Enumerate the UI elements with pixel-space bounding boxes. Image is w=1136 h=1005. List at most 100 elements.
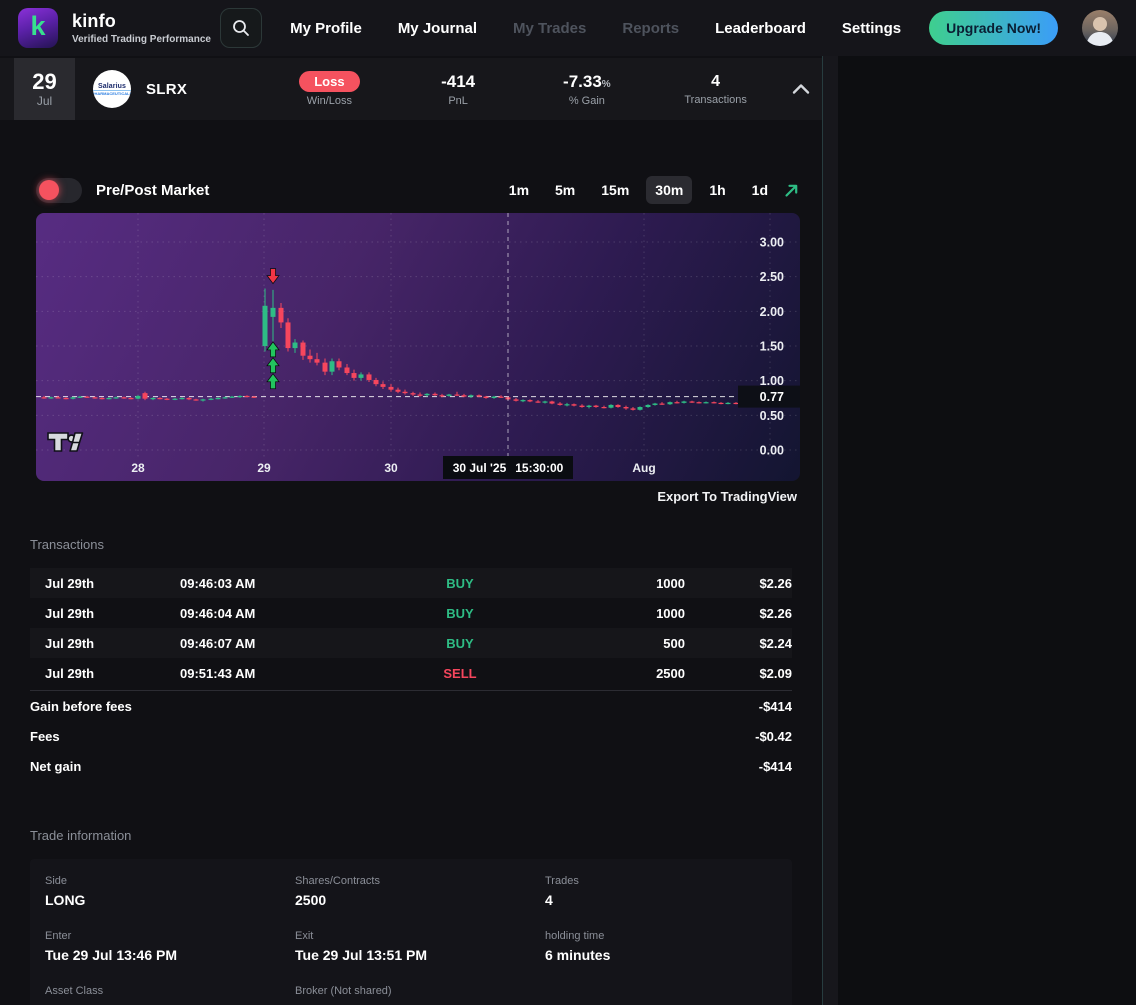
candlestick-chart-canvas: 28 29 30 Aug30 Jul '25 15:30:003.002.502.001… — [36, 213, 800, 479]
gain-value: -7.33 — [563, 71, 602, 91]
nav-settings[interactable]: Settings — [842, 20, 901, 37]
toggle-knob — [39, 180, 59, 200]
kinfo-logo-letter: k — [30, 11, 46, 41]
info-label: Enter — [45, 930, 72, 942]
svg-text:30: 30 — [384, 461, 398, 475]
transactions-summary: Gain before fees -$414 Fees -$0.42 Net gain -… — [30, 691, 792, 781]
timeframe-15m[interactable]: 15m — [592, 176, 638, 204]
transaction-quantity: 2500 — [656, 665, 685, 681]
timeframe-5m[interactable]: 5m — [546, 176, 584, 204]
transaction-quantity: 1000 — [656, 605, 685, 621]
transaction-row: Jul 29th 09:46:04 AM BUY 1000 $2.26 — [30, 598, 792, 628]
export-to-tradingview-link[interactable]: Export To TradingView — [0, 489, 797, 504]
pnl-value: -414 — [441, 71, 476, 91]
transaction-row: Jul 29th 09:46:03 AM BUY 1000 $2.26 — [30, 568, 792, 598]
transaction-price: $2.26 — [759, 605, 792, 621]
nav-my-journal[interactable]: My Journal — [398, 20, 477, 37]
transactions-table: Jul 29th 09:46:03 AM BUY 1000 $2.26 Jul 29th 0… — [30, 568, 792, 688]
svg-text:29: 29 — [257, 461, 271, 475]
scrollbar[interactable] — [822, 56, 838, 1005]
info-side: Side LONG — [45, 875, 295, 908]
info-value: Tue 29 Jul 13:51 PM — [295, 947, 428, 963]
transaction-time: 09:51:43 AM — [180, 665, 256, 681]
search-icon — [233, 20, 250, 36]
avatar[interactable] — [1082, 10, 1118, 46]
trade-information-title: Trade information — [30, 828, 132, 843]
brand-tagline: Verified Trading Performance — [72, 34, 211, 45]
upgrade-now-button[interactable]: Upgrade Now! — [929, 11, 1058, 45]
info-label: Trades — [545, 875, 579, 887]
transaction-time: 09:46:04 AM — [180, 605, 256, 621]
summary-label: Gain before fees — [30, 698, 132, 714]
transaction-date: Jul 29th — [45, 605, 95, 621]
info-trades: Trades 4 — [545, 875, 777, 908]
trade-date-box: 29 Jul — [14, 58, 75, 120]
transaction-side: BUY — [446, 575, 474, 591]
summary-row-fees: Fees -$0.42 — [30, 721, 792, 751]
transactions-section: Transactions Jul 29th 09:46:03 AM BUY 1000 $… — [0, 537, 822, 781]
transaction-side: BUY — [446, 605, 474, 621]
nav-links: My Profile My Journal My Trades Reports Lead… — [290, 20, 901, 37]
pre-post-market-toggle[interactable] — [36, 177, 82, 203]
price-chart[interactable]: 28 29 30 Aug 30 Jul '25 15:30:00 3.00 2.50 2.00 1… — [36, 213, 800, 481]
info-value: 6 minutes — [545, 947, 611, 963]
transaction-date: Jul 29th — [45, 575, 95, 591]
info-label: Exit — [295, 930, 314, 942]
nav-my-trades[interactable]: My Trades — [513, 20, 586, 37]
info-label: Shares/Contracts — [295, 875, 380, 887]
svg-text:0.00: 0.00 — [760, 444, 784, 458]
summary-value: -$414 — [758, 698, 792, 714]
instrument-logo-subtext: PHARMACEUTICALS — [93, 89, 131, 96]
info-enter: Enter Tue 29 Jul 13:46 PM — [45, 930, 295, 963]
summary-label: Fees — [30, 728, 60, 744]
transaction-side: BUY — [446, 635, 474, 651]
summary-value: -$414 — [758, 758, 792, 774]
summary-label: Net gain — [30, 758, 82, 774]
transaction-side: SELL — [443, 665, 477, 681]
svg-text:2.00: 2.00 — [760, 305, 784, 319]
search-button[interactable] — [220, 8, 263, 48]
info-value: Tue 29 Jul 13:46 PM — [45, 947, 178, 963]
transaction-time: 09:46:07 AM — [180, 635, 256, 651]
timeframe-1m[interactable]: 1m — [500, 176, 538, 204]
brand[interactable]: k kinfo Verified Trading Performance — [18, 8, 211, 48]
buy-marker-icon — [266, 373, 280, 390]
top-navbar: k kinfo Verified Trading Performance My … — [0, 0, 1136, 56]
transaction-quantity: 1000 — [656, 575, 685, 591]
brand-title: kinfo — [72, 11, 116, 31]
info-value: LONG — [45, 892, 86, 908]
transaction-date: Jul 29th — [45, 635, 95, 651]
info-value: 2500 — [295, 892, 327, 908]
nav-reports[interactable]: Reports — [622, 20, 679, 37]
instrument-logo-text: Salarius — [97, 82, 127, 90]
instrument-logo: Salarius PHARMACEUTICALS — [93, 70, 131, 108]
nav-my-profile[interactable]: My Profile — [290, 20, 362, 37]
buy-marker-icon — [266, 357, 280, 374]
info-asset-class: Asset ClassStock — [45, 985, 295, 1005]
transaction-price: $2.24 — [759, 635, 792, 651]
timeframe-30m[interactable]: 30m — [646, 176, 693, 204]
transaction-quantity: 500 — [663, 635, 685, 651]
svg-text:3.00: 3.00 — [760, 236, 784, 250]
transaction-time: 09:46:03 AM — [180, 575, 256, 591]
trade-summary-row[interactable]: 29 Jul Salarius PHARMACEUTICALS SLRX Los… — [0, 58, 822, 120]
transaction-row: Jul 29th 09:51:43 AM SELL 2500 $2.09 — [30, 658, 792, 688]
nav-leaderboard[interactable]: Leaderboard — [715, 20, 806, 37]
tradingview-logo-icon[interactable] — [46, 429, 84, 455]
info-label: Asset Class — [45, 985, 104, 997]
winloss-label: Win/Loss — [306, 95, 352, 107]
summary-row-gain-before-fees: Gain before fees -$414 — [30, 691, 792, 721]
transaction-date: Jul 29th — [45, 665, 95, 681]
transaction-price: $2.09 — [759, 665, 792, 681]
collapse-chevron-up-icon[interactable] — [780, 83, 822, 95]
svg-text:Aug: Aug — [632, 461, 655, 475]
timeframe-1d[interactable]: 1d — [743, 176, 777, 204]
info-label: Broker (Not shared) — [295, 985, 392, 997]
info-exit: Exit Tue 29 Jul 13:51 PM — [295, 930, 545, 963]
svg-text:0.50: 0.50 — [760, 409, 784, 423]
transaction-row: Jul 29th 09:46:07 AM BUY 500 $2.24 — [30, 628, 792, 658]
timeframe-1h[interactable]: 1h — [700, 176, 734, 204]
info-value: 4 — [545, 892, 553, 908]
svg-text:28: 28 — [131, 461, 145, 475]
open-in-tradingview-arrow-icon[interactable] — [783, 182, 800, 199]
